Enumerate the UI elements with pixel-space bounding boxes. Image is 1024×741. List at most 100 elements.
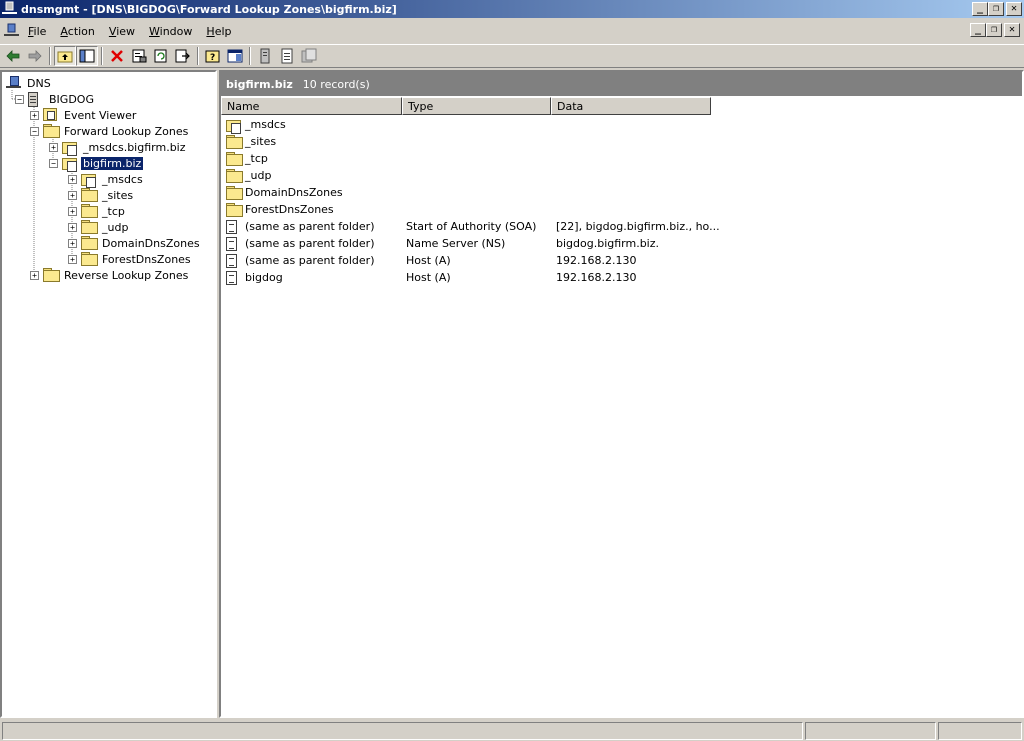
mdi-minimize-button[interactable]: _ <box>970 23 986 37</box>
tree-item-event-viewer[interactable]: + Event Viewer <box>30 107 138 123</box>
record-name-cell: _udp <box>226 168 272 183</box>
record-name-cell: (same as parent folder) <box>226 253 375 268</box>
close-button[interactable]: ✕ <box>1006 2 1022 16</box>
record-row[interactable]: _udp <box>221 167 1022 184</box>
toolbar-separator <box>49 47 51 65</box>
record-row[interactable]: (same as parent folder) Name Server (NS) b… <box>221 235 1022 252</box>
record-name-cell: (same as parent folder) <box>226 236 375 251</box>
record-type: Host (A) <box>406 254 451 267</box>
folder-icon <box>81 204 98 218</box>
menu-bar: File Action View Window Help _ ❐ ✕ <box>0 20 1024 42</box>
menu-file[interactable]: File <box>21 25 53 38</box>
tree-item-bigfirm-biz[interactable]: − bigfirm.biz <box>49 155 145 172</box>
tree-item-msdcs-bigfirm-biz[interactable]: + _msdcs.bigfirm.biz <box>49 139 188 156</box>
folder-icon <box>43 124 60 138</box>
tree-item-label: bigfirm.biz <box>79 155 145 171</box>
folder-icon <box>81 236 98 250</box>
status-panel-3 <box>938 722 1022 740</box>
up-icon[interactable] <box>54 46 76 66</box>
tree-item-tcp[interactable]: + _tcp <box>68 203 127 219</box>
tree-item-label: Reverse Lookup Zones <box>64 268 189 282</box>
restore-button[interactable]: ❐ <box>988 2 1004 16</box>
expand-button[interactable]: + <box>68 190 77 200</box>
collapse-button[interactable]: − <box>15 94 24 104</box>
record-name-cell: _tcp <box>226 151 268 166</box>
tree-item-reverse-lookup-zones[interactable]: + Reverse Lookup Zones <box>30 267 190 283</box>
expand-button[interactable]: + <box>68 174 77 184</box>
console-tree[interactable]: DNS − BIGDOG + Event Viewer − Forward Lookup Z… <box>0 70 217 718</box>
tree-item-dns[interactable]: DNS <box>6 75 53 91</box>
record-row[interactable]: DomainDnsZones <box>221 184 1022 201</box>
properties-icon[interactable] <box>128 46 150 66</box>
tree-item-sites[interactable]: + _sites <box>68 187 135 203</box>
record-row[interactable]: (same as parent folder) Host (A) 192.168.2… <box>221 252 1022 269</box>
details-pane[interactable]: bigfirm.biz 10 record(s) Name Type Data … <box>219 70 1024 718</box>
forward-icon[interactable] <box>24 46 46 66</box>
tree-item-label: DomainDnsZones <box>102 236 200 250</box>
tree-item-forward-lookup-zones[interactable]: − Forward Lookup Zones <box>30 123 190 139</box>
record-name: _msdcs <box>245 118 286 131</box>
folder-icon <box>226 134 243 149</box>
record-row[interactable]: (same as parent folder) Start of Authorit… <box>221 218 1022 235</box>
refresh-icon[interactable] <box>150 46 172 66</box>
menu-action[interactable]: Action <box>53 25 101 38</box>
menu-view[interactable]: View <box>102 25 142 38</box>
expand-button[interactable]: + <box>30 270 39 280</box>
mdi-restore-button[interactable]: ❐ <box>986 23 1002 37</box>
record-name: _udp <box>245 169 272 182</box>
expand-button[interactable]: + <box>68 222 77 232</box>
show-hide-tree-icon[interactable] <box>76 46 98 66</box>
collapse-button[interactable]: − <box>49 158 58 168</box>
title-bar[interactable]: dnsmgmt - [DNS\BIGDOG\Forward Lookup Zon… <box>0 0 1024 18</box>
tree-item-udp[interactable]: + _udp <box>68 219 130 235</box>
record-row[interactable]: _sites <box>221 133 1022 150</box>
help-icon[interactable]: ? <box>202 46 224 66</box>
folder-icon <box>43 268 60 282</box>
tree-item-forestdnszones[interactable]: + ForestDnsZones <box>68 251 193 267</box>
record-icon <box>226 270 242 285</box>
mdi-close-button[interactable]: ✕ <box>1004 23 1020 37</box>
status-panel-2 <box>805 722 936 740</box>
record-row[interactable]: ForestDnsZones <box>221 201 1022 218</box>
tree-item-msdcs[interactable]: + _msdcs <box>68 171 145 188</box>
column-header-type[interactable]: Type <box>402 97 551 115</box>
zone-icon <box>62 156 78 172</box>
tree-item-label: _udp <box>102 220 129 234</box>
action-pane-icon[interactable] <box>224 46 246 66</box>
tree-item-label: Event Viewer <box>64 108 137 122</box>
console-menu-icon[interactable] <box>3 22 21 40</box>
zone-name: bigfirm.biz <box>226 77 293 91</box>
record-name: (same as parent folder) <box>245 254 375 267</box>
record-type: Host (A) <box>406 271 451 284</box>
toolbar-separator <box>101 47 103 65</box>
tree-item-label: BIGDOG <box>49 92 94 106</box>
export-icon[interactable] <box>172 46 194 66</box>
event-viewer-icon <box>43 108 59 122</box>
server-icon[interactable] <box>254 46 276 66</box>
expand-button[interactable]: + <box>30 110 39 120</box>
expand-button[interactable]: + <box>49 142 58 152</box>
column-header-data[interactable]: Data <box>551 97 711 115</box>
menu-mnemonic: H <box>206 24 215 38</box>
tree-item-bigdog[interactable]: − BIGDOG <box>15 91 96 107</box>
expand-button[interactable]: + <box>68 254 77 264</box>
delete-icon[interactable] <box>106 46 128 66</box>
tree-item-domaindnszones[interactable]: + DomainDnsZones <box>68 235 202 251</box>
expand-button[interactable]: + <box>68 238 77 248</box>
record-type: Name Server (NS) <box>406 237 506 250</box>
tree-item-label: _msdcs.bigfirm.biz <box>83 140 186 154</box>
record-row[interactable]: _tcp <box>221 150 1022 167</box>
menu-window[interactable]: Window <box>142 25 199 38</box>
zone-icon[interactable] <box>298 46 320 66</box>
menu-help[interactable]: Help <box>199 25 238 38</box>
collapse-button[interactable]: − <box>30 126 39 136</box>
record-name-cell: DomainDnsZones <box>226 185 343 200</box>
expand-button[interactable]: + <box>68 206 77 216</box>
back-icon[interactable] <box>2 46 24 66</box>
column-header-name[interactable]: Name <box>221 97 402 115</box>
dns-app-icon[interactable] <box>2 1 18 17</box>
minimize-button[interactable]: _ <box>972 2 988 16</box>
record-row[interactable]: _msdcs <box>221 116 1022 134</box>
record-row[interactable]: bigdog Host (A) 192.168.2.130 <box>221 269 1022 286</box>
record-icon[interactable] <box>276 46 298 66</box>
